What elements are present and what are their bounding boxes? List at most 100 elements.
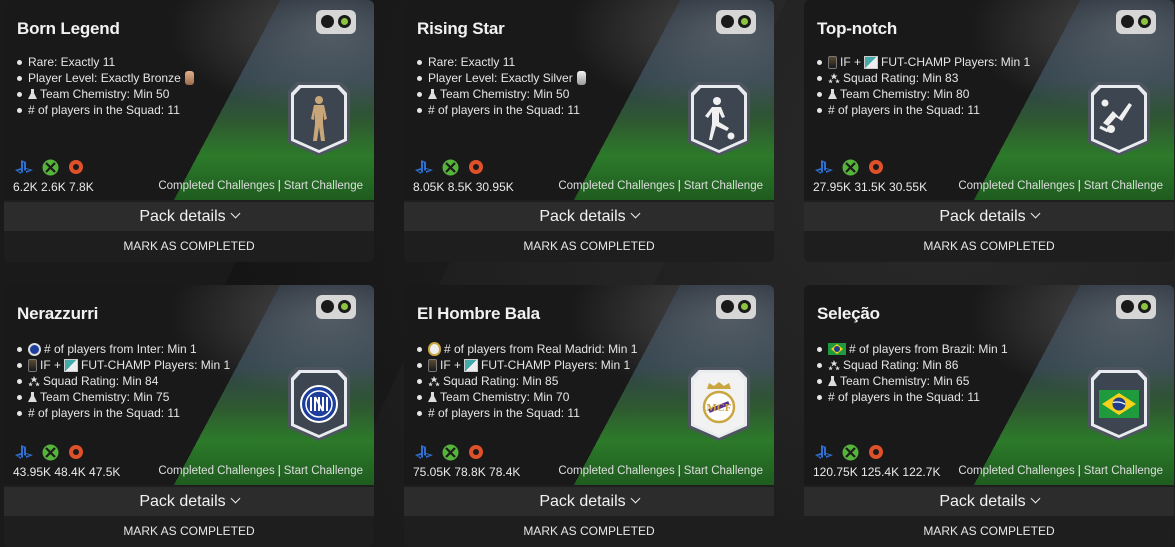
completed-challenges-link[interactable]: Completed Challenges: [958, 465, 1074, 477]
platform-icons: [814, 157, 892, 177]
requirement-item: Squad Rating: Min 85: [417, 373, 637, 389]
challenge-links: Completed Challenges | Start Challenge: [158, 180, 363, 192]
playstation-icon: [814, 442, 834, 462]
platform-prices: 8.05K 8.5K 30.95K: [413, 180, 514, 194]
xbox-icon: [840, 157, 860, 177]
mark-as-completed-button[interactable]: MARK AS COMPLETED: [4, 231, 374, 262]
card-title: Born Legend: [17, 19, 120, 38]
xbox-icon: [40, 442, 60, 462]
mark-as-completed-button[interactable]: MARK AS COMPLETED: [804, 231, 1174, 262]
if-card-icon: [428, 358, 437, 372]
mark-as-completed-button[interactable]: MARK AS COMPLETED: [804, 516, 1174, 547]
completed-challenges-link[interactable]: Completed Challenges: [158, 465, 274, 477]
requirement-item: IF + FUT-CHAMP Players: Min 1: [817, 54, 1030, 70]
pack-details-button[interactable]: Pack details: [804, 487, 1174, 516]
platform-prices: 27.95K 31.5K 30.55K: [813, 180, 928, 194]
chevron-down-icon: [1030, 493, 1041, 504]
flask-icon: [828, 88, 837, 99]
stars-icon: [828, 72, 840, 83]
platform-icons: [414, 157, 492, 177]
requirement-item: Team Chemistry: Min 70: [417, 389, 637, 405]
start-challenge-link[interactable]: Start Challenge: [1084, 465, 1163, 477]
requirement-item: Team Chemistry: Min 75: [17, 389, 230, 405]
requirement-item: # of players from Inter: Min 1: [17, 341, 230, 357]
challenge-links: Completed Challenges | Start Challenge: [958, 180, 1163, 192]
fut-champ-icon: [64, 358, 79, 372]
platform-prices: 75.05K 78.8K 78.4K: [413, 465, 521, 479]
chevron-down-icon: [230, 208, 241, 219]
start-challenge-link[interactable]: Start Challenge: [684, 465, 763, 477]
completion-toggle[interactable]: [316, 295, 356, 319]
sbc-card-top-notch: Top-notch IF + FUT-CHAMP Players: Min 1 S…: [804, 0, 1174, 262]
requirements-list: IF + FUT-CHAMP Players: Min 1 Squad Ratin…: [817, 54, 1030, 118]
xbox-icon: [40, 157, 60, 177]
requirement-item: Team Chemistry: Min 50: [17, 86, 197, 102]
platform-icons: [414, 442, 492, 462]
if-card-icon: [28, 358, 37, 372]
requirement-item: Squad Rating: Min 84: [17, 373, 230, 389]
completion-toggle[interactable]: [716, 10, 756, 34]
mark-as-completed-button[interactable]: MARK AS COMPLETED: [404, 231, 774, 262]
origin-icon: [866, 442, 886, 462]
if-card-icon: [828, 55, 837, 69]
start-challenge-link[interactable]: Start Challenge: [284, 180, 363, 192]
sbc-card-rising-star: Rising Star Rare: Exactly 11 Player Leve…: [404, 0, 774, 262]
requirement-item: Player Level: Exactly Silver: [417, 70, 589, 86]
challenge-links: Completed Challenges | Start Challenge: [958, 465, 1163, 477]
requirement-item: Rare: Exactly 11: [17, 54, 197, 70]
requirement-item: Team Chemistry: Min 80: [817, 86, 1030, 102]
challenge-links: Completed Challenges | Start Challenge: [558, 465, 763, 477]
playstation-icon: [814, 157, 834, 177]
mark-as-completed-button[interactable]: MARK AS COMPLETED: [4, 516, 374, 547]
card-title: Rising Star: [417, 19, 505, 38]
pack-details-button[interactable]: Pack details: [404, 487, 774, 516]
pack-badge: [288, 82, 350, 156]
svg-text:MCF: MCF: [706, 402, 731, 414]
origin-icon: [66, 442, 86, 462]
start-challenge-link[interactable]: Start Challenge: [1084, 180, 1163, 192]
pack-details-button[interactable]: Pack details: [404, 202, 774, 231]
completed-challenges-link[interactable]: Completed Challenges: [558, 180, 674, 192]
platform-icons: [14, 157, 92, 177]
xbox-icon: [440, 442, 460, 462]
requirement-item: Squad Rating: Min 83: [817, 70, 1030, 86]
completion-toggle[interactable]: [316, 10, 356, 34]
requirement-item: Player Level: Exactly Bronze: [17, 70, 197, 86]
stars-icon: [28, 375, 40, 386]
pack-details-button[interactable]: Pack details: [4, 487, 374, 516]
real-madrid-crest-icon: [428, 342, 441, 356]
platform-prices: 120.75K 125.4K 122.7K: [813, 465, 941, 479]
completed-challenges-link[interactable]: Completed Challenges: [958, 180, 1074, 192]
start-challenge-link[interactable]: Start Challenge: [684, 180, 763, 192]
requirement-item: IF + FUT-CHAMP Players: Min 1: [417, 357, 637, 373]
stars-icon: [428, 375, 440, 386]
challenge-links: Completed Challenges | Start Challenge: [158, 465, 363, 477]
pack-details-button[interactable]: Pack details: [804, 202, 1174, 231]
challenge-links: Completed Challenges | Start Challenge: [558, 180, 763, 192]
origin-icon: [866, 157, 886, 177]
completion-toggle[interactable]: [1116, 295, 1156, 319]
inter-crest-icon: [28, 342, 41, 356]
kicking-player-icon: [705, 97, 735, 140]
requirement-item: Squad Rating: Min 86: [817, 357, 1008, 373]
chevron-down-icon: [630, 493, 641, 504]
playstation-icon: [14, 442, 34, 462]
completion-toggle[interactable]: [1116, 10, 1156, 34]
pack-details-button[interactable]: Pack details: [4, 202, 374, 231]
mark-as-completed-button[interactable]: MARK AS COMPLETED: [404, 516, 774, 547]
requirements-list: Rare: Exactly 11 Player Level: Exactly S…: [417, 54, 589, 118]
sbc-card-born-legend: Born Legend Rare: Exactly 11 Player Leve…: [4, 0, 374, 262]
card-title: El Hombre Bala: [417, 304, 540, 323]
completed-challenges-link[interactable]: Completed Challenges: [558, 465, 674, 477]
flask-icon: [428, 88, 437, 99]
card-title: Seleção: [817, 304, 880, 323]
start-challenge-link[interactable]: Start Challenge: [284, 465, 363, 477]
sbc-card-selecao: Seleção # of players from Brazil: Min 1 …: [804, 285, 1174, 547]
completed-challenges-link[interactable]: Completed Challenges: [158, 180, 274, 192]
pack-badge: [1088, 367, 1150, 441]
completion-toggle[interactable]: [716, 295, 756, 319]
card-title: Top-notch: [817, 19, 898, 38]
requirements-list: # of players from Inter: Min 1 IF + FUT-C…: [17, 341, 230, 421]
requirement-item: # of players in the Squad: 11: [817, 102, 1030, 118]
requirement-item: Rare: Exactly 11: [417, 54, 589, 70]
